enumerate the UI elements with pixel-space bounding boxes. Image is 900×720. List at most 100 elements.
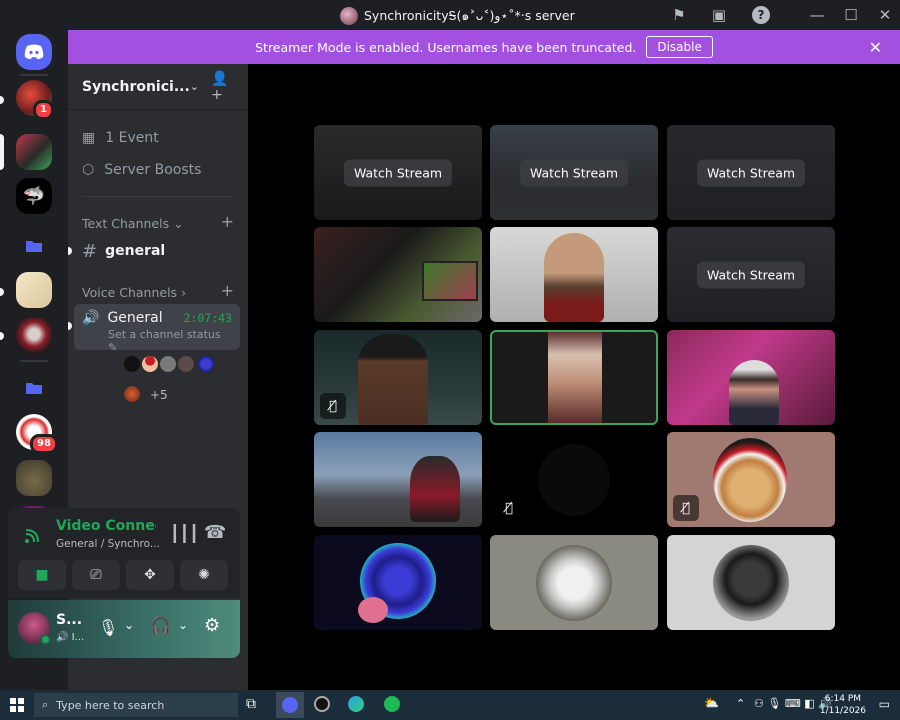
video-stage: Watch Stream Watch Stream Watch Stream W… bbox=[248, 64, 900, 690]
noise-suppression-icon[interactable]: ┃┃┃ bbox=[170, 524, 199, 543]
stream-tile[interactable]: Watch Stream bbox=[490, 125, 658, 220]
text-category[interactable]: Text Channels ⌄ + bbox=[82, 214, 234, 232]
chevron-right-icon: › bbox=[181, 285, 187, 300]
selected-pill bbox=[0, 134, 4, 170]
avatar[interactable] bbox=[122, 354, 142, 374]
headphones-icon[interactable]: 🎧 bbox=[150, 616, 171, 636]
voice-channel-general[interactable]: 🔊 General 2:07:43 Set a channel status ✎ bbox=[74, 304, 240, 354]
boosts-row[interactable]: ⬡ Server Boosts bbox=[82, 162, 201, 178]
events-row[interactable]: ▦ 1 Event bbox=[82, 130, 159, 146]
voice-category[interactable]: Voice Channels › + bbox=[82, 283, 234, 301]
server-icon-5[interactable] bbox=[16, 318, 52, 354]
notifications-icon[interactable]: ▭ bbox=[879, 697, 890, 711]
add-channel-icon[interactable]: + bbox=[221, 283, 234, 300]
watch-stream-button[interactable]: Watch Stream bbox=[696, 159, 806, 186]
maximize-button[interactable]: ☐ bbox=[840, 4, 862, 26]
stream-tile[interactable]: Watch Stream bbox=[667, 227, 835, 322]
search-placeholder: Type here to search bbox=[56, 698, 165, 712]
chevron-down-icon[interactable]: ⌄ bbox=[124, 618, 134, 632]
minimize-button[interactable]: — bbox=[806, 4, 828, 26]
close-icon[interactable]: ✕ bbox=[869, 38, 882, 57]
taskbar-search[interactable]: ⌕ Type here to search bbox=[34, 693, 238, 717]
gear-icon[interactable]: ⚙ bbox=[204, 615, 220, 636]
microphone-icon[interactable]: 🎙 bbox=[98, 618, 118, 637]
soundboard-button[interactable]: ✺ bbox=[180, 560, 228, 590]
edge-icon[interactable] bbox=[348, 696, 364, 712]
boost-icon: ⬡ bbox=[82, 162, 95, 178]
stream-tile[interactable]: Watch Stream bbox=[314, 125, 482, 220]
video-tile-speaking[interactable] bbox=[490, 330, 658, 425]
weather-icon[interactable]: ⛅ bbox=[704, 696, 719, 710]
folder-icon[interactable] bbox=[16, 370, 52, 406]
more-users-count[interactable]: +5 bbox=[150, 388, 168, 402]
video-tile[interactable]: 🎙̸ bbox=[667, 432, 835, 527]
avatar[interactable] bbox=[158, 354, 178, 374]
chevron-down-icon[interactable]: ⌄ bbox=[178, 618, 188, 632]
avatar bbox=[713, 438, 787, 522]
discord-home-button[interactable] bbox=[16, 34, 52, 70]
obs-icon[interactable] bbox=[314, 696, 330, 712]
video-tile[interactable] bbox=[314, 227, 482, 322]
watch-stream-button[interactable]: Watch Stream bbox=[343, 159, 453, 186]
server-icon-shark[interactable]: 🦈 bbox=[16, 178, 52, 214]
avatar[interactable] bbox=[122, 384, 142, 404]
close-window-button[interactable]: ✕ bbox=[874, 4, 896, 26]
video-tile[interactable] bbox=[667, 330, 835, 425]
help-icon[interactable]: ? bbox=[752, 6, 770, 24]
watch-stream-button[interactable]: Watch Stream bbox=[696, 261, 806, 288]
server-icon-4[interactable] bbox=[16, 272, 52, 308]
add-channel-icon[interactable]: + bbox=[221, 214, 234, 231]
boosts-label: Server Boosts bbox=[104, 162, 202, 178]
voice-category-label: Voice Channels bbox=[82, 285, 178, 300]
channel-status-label[interactable]: Set a channel status bbox=[108, 328, 221, 341]
avatar[interactable] bbox=[140, 354, 160, 374]
screen-share-button[interactable]: ⎚ bbox=[72, 560, 120, 590]
folder-icon[interactable] bbox=[16, 228, 52, 264]
windows-start-icon[interactable] bbox=[10, 698, 24, 712]
chevron-down-icon[interactable]: ⌄ bbox=[190, 80, 199, 93]
disconnect-icon[interactable]: ☎ bbox=[204, 522, 226, 543]
watch-stream-button[interactable]: Watch Stream bbox=[519, 159, 629, 186]
video-tile[interactable]: 🎙̸ bbox=[490, 432, 658, 527]
mention-badge: 1 bbox=[33, 100, 54, 120]
video-tile[interactable] bbox=[667, 535, 835, 630]
clock-date: 1/11/2026 bbox=[819, 706, 866, 716]
streamer-mode-banner: Streamer Mode is enabled. Usernames have… bbox=[68, 30, 900, 64]
task-view-icon[interactable]: ⧉ bbox=[246, 696, 256, 712]
disable-button[interactable]: Disable bbox=[646, 36, 713, 58]
avatar[interactable] bbox=[176, 354, 196, 374]
spotify-icon[interactable] bbox=[384, 696, 400, 712]
stream-tile[interactable]: Watch Stream bbox=[667, 125, 835, 220]
sidebar-divider bbox=[82, 196, 234, 197]
username[interactable]: S... bbox=[56, 612, 82, 628]
clock-time: 6:14 PM bbox=[824, 694, 862, 704]
person-silhouette bbox=[544, 233, 604, 322]
invite-icon[interactable]: 👤+ bbox=[211, 71, 234, 103]
signal-icon[interactable] bbox=[24, 526, 42, 544]
video-tile[interactable] bbox=[314, 432, 482, 527]
video-tile[interactable] bbox=[314, 535, 482, 630]
voice-panel: Video Connected General / Synchro... ┃┃┃… bbox=[8, 508, 240, 598]
server-icon-current[interactable] bbox=[16, 134, 52, 170]
server-header[interactable]: Synchronici... ⌄ 👤+ bbox=[68, 64, 248, 110]
video-tile[interactable]: 🎙̸ bbox=[314, 330, 482, 425]
taskbar-app-discord[interactable] bbox=[276, 692, 304, 718]
text-channel-label: general bbox=[105, 243, 166, 259]
activities-button[interactable]: ✥ bbox=[126, 560, 174, 590]
chevron-up-icon[interactable]: ⌃ bbox=[736, 697, 745, 710]
video-tile[interactable] bbox=[490, 535, 658, 630]
inbox-flag-icon[interactable]: ⚑ bbox=[668, 4, 690, 26]
title-bar: SynchronicityᎦ(๑˃ᴗ˂)ﻭ⋆˚*‧s server ⚑ ▣ ? … bbox=[0, 0, 900, 30]
camera-button[interactable]: ■ bbox=[18, 560, 66, 590]
discord-logo-icon bbox=[24, 44, 44, 60]
search-icon: ⌕ bbox=[42, 698, 49, 711]
text-channel-general[interactable]: # general bbox=[74, 236, 240, 266]
server-icon-7[interactable] bbox=[16, 460, 52, 496]
clock[interactable]: 6:14 PM 1/11/2026 bbox=[820, 693, 866, 717]
avatar[interactable] bbox=[196, 354, 216, 374]
video-tile[interactable] bbox=[490, 227, 658, 322]
pencil-icon[interactable]: ✎ bbox=[108, 341, 117, 354]
tv-screen bbox=[422, 261, 478, 301]
avatar bbox=[536, 545, 612, 621]
inbox-icon[interactable]: ▣ bbox=[708, 4, 730, 26]
